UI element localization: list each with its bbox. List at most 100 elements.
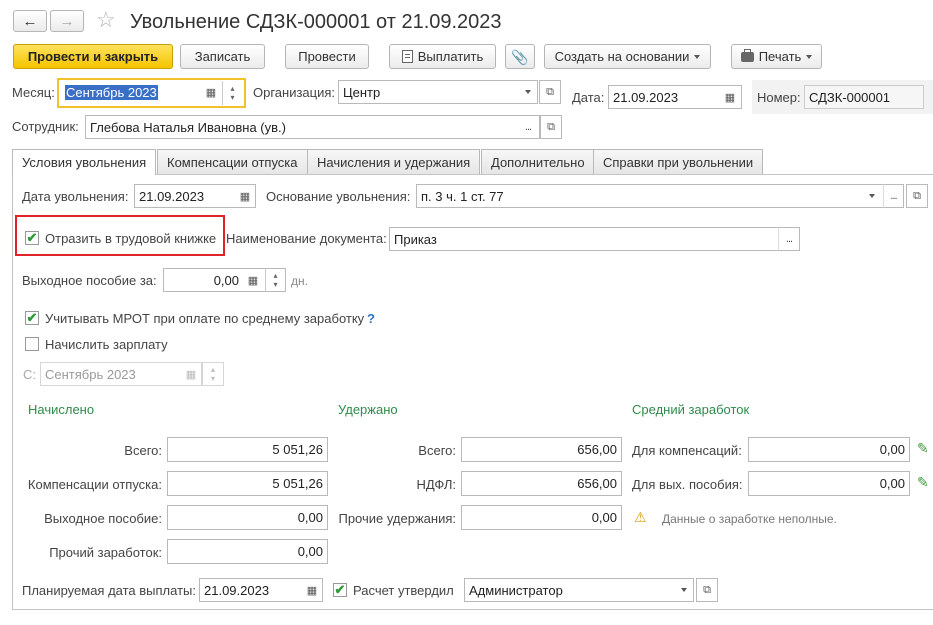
spin-down-icon[interactable]: ▾ [273, 280, 277, 289]
vacation-compensation-label: Компенсации отпуска: [27, 477, 162, 492]
save-button[interactable]: Записать [180, 44, 265, 69]
forward-button[interactable]: → [50, 10, 84, 32]
spin-up-icon[interactable]: ▴ [273, 271, 277, 280]
tab-additional[interactable]: Дополнительно [481, 149, 595, 174]
severance-spinner[interactable]: ▴ ▾ [265, 269, 285, 291]
doc-name-choose-button[interactable]: ... [778, 227, 800, 251]
pay-date-label: Планируемая дата выплаты: [22, 583, 196, 598]
approved-checkbox[interactable]: ✔ [333, 583, 347, 597]
from-label: С: [23, 367, 36, 382]
severance-pay-label: Выходное пособие: [44, 511, 162, 526]
severance-days-label: Выходное пособие за: [22, 273, 157, 288]
avg-compensation-label: Для компенсаций: [632, 443, 742, 458]
number-label: Номер: [757, 90, 801, 105]
arrow-left-icon: ← [22, 12, 38, 30]
month-label: Месяц: [12, 85, 55, 100]
other-earnings-label: Прочий заработок: [49, 545, 162, 560]
spin-up-icon[interactable]: ▴ [211, 365, 215, 374]
other-earnings-value: 0,00 [167, 539, 328, 564]
pencil-edit-icon[interactable]: ✎ [917, 472, 929, 492]
month-input[interactable]: Сентябрь 2023 [61, 81, 200, 103]
create-based-on-button[interactable]: Создать на основании [544, 44, 711, 69]
chevron-down-icon [524, 90, 531, 94]
pencil-edit-icon[interactable]: ✎ [917, 438, 929, 458]
arrow-right-icon: → [59, 12, 75, 30]
avg-severance-label: Для вых. пособия: [632, 477, 743, 492]
chevron-down-icon [806, 54, 813, 59]
calendar-icon[interactable]: ▦ [182, 364, 200, 384]
warning-icon: ⚠ [634, 509, 647, 525]
checkmark-icon: ✔ [26, 230, 38, 245]
tab-dismissal-conditions[interactable]: Условия увольнения [12, 149, 157, 175]
accrued-total-value: 5 051,26 [167, 437, 328, 462]
reflect-label: Отразить в трудовой книжке [45, 231, 217, 246]
accrue-salary-label: Начислить зарплату [45, 337, 168, 352]
employee-select[interactable]: Глебова Наталья Ивановна (ув.) [85, 115, 540, 139]
accrued-section-title: Начислено [28, 402, 95, 417]
approver-open-button[interactable]: ⧉ [696, 578, 718, 602]
tab-vacation-compensation[interactable]: Компенсации отпуска [157, 149, 308, 174]
open-form-icon: ⧉ [547, 120, 555, 133]
from-month-input[interactable]: Сентябрь 2023 [40, 362, 202, 386]
withheld-total-value: 656,00 [461, 437, 622, 462]
employee-choose-button[interactable]: ... [517, 115, 540, 139]
spin-down-icon[interactable]: ▾ [230, 93, 234, 102]
spin-down-icon[interactable]: ▾ [211, 374, 215, 383]
withheld-section-title: Удержано [338, 402, 398, 417]
employee-label: Сотрудник: [12, 119, 79, 134]
accrue-salary-checkbox[interactable] [25, 337, 39, 351]
attach-button[interactable]: 📎 [505, 44, 535, 69]
help-icon[interactable]: ? [367, 311, 375, 327]
calendar-icon[interactable]: ▦ [201, 82, 221, 102]
month-spinner[interactable]: ▴ ▾ [222, 81, 242, 105]
reflect-checkbox[interactable]: ✔ [25, 231, 39, 245]
print-button[interactable]: Печать [731, 44, 822, 69]
pay-button[interactable]: Выплатить [389, 44, 496, 69]
basis-dropdown-button[interactable] [862, 185, 882, 207]
basis-label: Основание увольнения: [266, 189, 411, 204]
doc-name-input[interactable]: Приказ [389, 227, 800, 251]
tab-accruals-deductions[interactable]: Начисления и удержания [307, 149, 481, 174]
calendar-icon[interactable]: ▦ [720, 86, 740, 108]
org-open-button[interactable]: ⧉ [539, 80, 561, 104]
doc-name-label: Наименование документа: [226, 231, 387, 246]
avg-severance-value: 0,00 [748, 471, 910, 496]
other-deductions-label: Прочие удержания: [338, 511, 456, 526]
ndfl-label: НДФЛ: [416, 477, 456, 492]
employee-open-button[interactable]: ⧉ [540, 115, 562, 139]
chevron-down-icon [869, 194, 875, 198]
dismissal-date-label: Дата увольнения: [22, 189, 129, 204]
from-spinner[interactable]: ▴ ▾ [202, 362, 224, 386]
withheld-total-label: Всего: [418, 443, 456, 458]
back-button[interactable]: ← [13, 10, 47, 32]
approver-select[interactable]: Администратор [464, 578, 694, 602]
post-and-close-button[interactable]: Провести и закрыть [13, 44, 173, 69]
calculator-icon[interactable]: ▦ [243, 270, 263, 290]
calendar-icon[interactable]: ▦ [302, 579, 322, 601]
approved-label: Расчет утвердил [353, 583, 454, 598]
earnings-warning-text: Данные о заработке неполные. [662, 512, 837, 526]
tab-dismissal-certificates[interactable]: Справки при увольнении [593, 149, 764, 174]
mrot-checkbox[interactable]: ✔ [25, 311, 39, 325]
chevron-down-icon [681, 588, 687, 592]
favorite-star-icon[interactable]: ☆ [96, 8, 116, 32]
spin-up-icon[interactable]: ▴ [230, 84, 234, 93]
basis-open-button[interactable]: ⧉ [906, 184, 928, 208]
basis-choose-button[interactable]: ... [883, 184, 904, 208]
number-input[interactable]: СДЗК-000001 [804, 85, 924, 109]
open-form-icon: ⧉ [913, 189, 921, 202]
page-title: Увольнение СДЗК-000001 от 21.09.2023 [130, 11, 502, 33]
more-dots-icon: ... [524, 121, 532, 133]
org-select[interactable]: Центр [338, 80, 538, 104]
approver-dropdown-button[interactable] [674, 579, 694, 601]
calendar-icon[interactable]: ▦ [235, 185, 255, 207]
checkmark-icon: ✔ [334, 582, 346, 597]
severance-pay-value: 0,00 [167, 505, 328, 530]
org-label: Организация: [253, 85, 336, 100]
accrued-total-label: Всего: [124, 443, 162, 458]
mrot-label: Учитывать МРОТ при оплате по среднему за… [45, 311, 365, 326]
org-dropdown-button[interactable] [518, 81, 537, 103]
basis-select[interactable]: п. 3 ч. 1 ст. 77 [416, 184, 904, 208]
average-earnings-section-title: Средний заработок [632, 402, 750, 417]
post-button[interactable]: Провести [285, 44, 369, 69]
